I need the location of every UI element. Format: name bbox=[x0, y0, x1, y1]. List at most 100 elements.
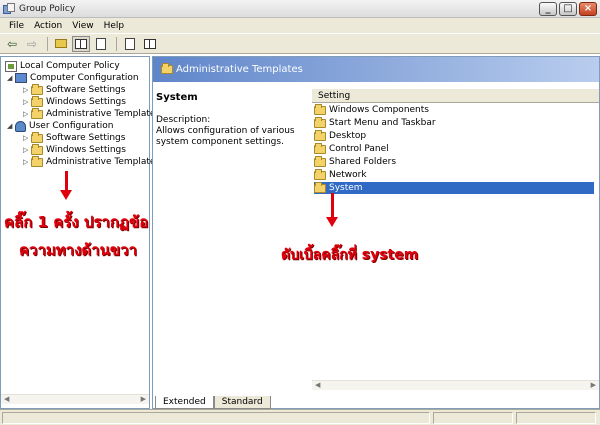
computer-icon bbox=[15, 73, 27, 83]
up-folder-icon[interactable] bbox=[52, 36, 70, 52]
folder-icon bbox=[31, 107, 43, 119]
properties-icon[interactable] bbox=[121, 36, 139, 52]
tab-extended[interactable]: Extended bbox=[155, 396, 214, 409]
settings-list[interactable]: Setting Windows Components Start Menu an… bbox=[312, 89, 599, 394]
folder-icon bbox=[314, 181, 326, 193]
scroll-right-icon[interactable]: ▶ bbox=[591, 381, 596, 389]
maximize-button[interactable]: □ bbox=[559, 2, 577, 16]
toolbar-separator bbox=[116, 36, 117, 51]
list-item-windows-components[interactable]: Windows Components bbox=[314, 103, 594, 116]
expand-icon[interactable]: ▷ bbox=[23, 98, 31, 106]
annotation-arrowhead-left bbox=[60, 190, 72, 200]
folder-icon bbox=[31, 83, 43, 95]
back-icon[interactable]: ⇦ bbox=[3, 36, 21, 52]
folder-icon bbox=[31, 143, 43, 155]
export-list-icon[interactable] bbox=[92, 36, 110, 52]
details-header: Administrative Templates bbox=[153, 57, 599, 82]
tree-item-windows-settings[interactable]: ▷ Windows Settings bbox=[23, 143, 126, 156]
expand-icon[interactable]: ▷ bbox=[23, 146, 31, 154]
tree-item-administrative-templates-user[interactable]: ▷ Administrative Templates bbox=[23, 155, 161, 168]
toolbar: ⇦ ⇨ bbox=[0, 33, 600, 54]
tree-item-label: Windows Settings bbox=[46, 145, 126, 155]
scroll-left-icon[interactable]: ◀ bbox=[4, 395, 9, 403]
list-item-system[interactable]: System bbox=[314, 181, 594, 194]
column-header-setting[interactable]: Setting bbox=[312, 89, 599, 103]
folder-icon bbox=[314, 142, 326, 154]
description-text: Allows configuration of various system c… bbox=[156, 126, 295, 147]
title-bar: Group Policy _ □ × bbox=[0, 0, 600, 18]
status-segment bbox=[433, 412, 513, 424]
folder-icon bbox=[314, 155, 326, 167]
expand-icon[interactable]: ▷ bbox=[23, 86, 31, 94]
status-segment bbox=[2, 412, 430, 424]
tree-item-administrative-templates[interactable]: ▷ Administrative Templates bbox=[23, 107, 161, 120]
toolbar-separator bbox=[47, 36, 48, 51]
close-button[interactable]: × bbox=[579, 2, 597, 16]
tree-item-software-settings[interactable]: ▷ Software Settings bbox=[23, 131, 126, 144]
status-bar bbox=[0, 409, 600, 425]
folder-icon bbox=[314, 103, 326, 115]
expand-icon[interactable]: ▷ bbox=[23, 158, 31, 166]
group-policy-app-icon[interactable] bbox=[3, 2, 15, 15]
selected-item-title: System bbox=[156, 92, 198, 103]
folder-icon bbox=[314, 168, 326, 180]
description-label: Description: bbox=[156, 115, 211, 125]
menu-file[interactable]: File bbox=[4, 21, 29, 31]
forward-icon[interactable]: ⇨ bbox=[23, 36, 41, 52]
folder-icon bbox=[314, 129, 326, 141]
annotation-arrowhead-right bbox=[326, 217, 338, 227]
details-pane: Administrative Templates System Descript… bbox=[152, 56, 600, 409]
list-item-desktop[interactable]: Desktop bbox=[314, 129, 594, 142]
tree-item-label: Software Settings bbox=[46, 85, 126, 95]
status-segment bbox=[516, 412, 596, 424]
user-icon bbox=[15, 120, 26, 132]
menu-help[interactable]: Help bbox=[99, 21, 130, 31]
collapse-icon[interactable]: ◢ bbox=[7, 122, 15, 130]
tree-item-label: Administrative Templates bbox=[46, 157, 161, 167]
list-item-label: Shared Folders bbox=[329, 157, 397, 167]
folder-icon bbox=[31, 95, 43, 107]
list-item-start-menu-and-taskbar[interactable]: Start Menu and Taskbar bbox=[314, 116, 594, 129]
window-controls: _ □ × bbox=[539, 2, 597, 16]
annotation-left-line2: ความทางด้านขวา bbox=[19, 241, 137, 259]
folder-icon bbox=[31, 155, 43, 167]
tab-standard[interactable]: Standard bbox=[213, 396, 271, 409]
tree-item-label: Computer Configuration bbox=[30, 73, 139, 83]
tree-item-local-computer-policy[interactable]: Local Computer Policy bbox=[5, 60, 120, 72]
list-item-label: System bbox=[329, 183, 363, 193]
scroll-left-icon[interactable]: ◀ bbox=[315, 381, 320, 389]
expand-icon[interactable]: ▷ bbox=[23, 134, 31, 142]
collapse-icon[interactable]: ◢ bbox=[7, 74, 15, 82]
annotation-right: ดับเบิ้ลคลิ๊กที่ system bbox=[281, 247, 419, 263]
tree-item-label: Software Settings bbox=[46, 133, 126, 143]
menu-action[interactable]: Action bbox=[29, 21, 67, 31]
list-item-shared-folders[interactable]: Shared Folders bbox=[314, 155, 594, 168]
help-icon[interactable] bbox=[141, 36, 159, 52]
scroll-right-icon[interactable]: ▶ bbox=[141, 395, 146, 403]
view-tabs: Extended Standard bbox=[155, 393, 271, 409]
list-horizontal-scrollbar[interactable]: ◀ ▶ bbox=[312, 380, 599, 390]
list-item-label: Control Panel bbox=[329, 144, 389, 154]
tree-item-windows-settings[interactable]: ▷ Windows Settings bbox=[23, 95, 126, 108]
list-item-control-panel[interactable]: Control Panel bbox=[314, 142, 594, 155]
tree-item-label: Administrative Templates bbox=[46, 109, 161, 119]
expand-icon[interactable]: ▷ bbox=[23, 110, 31, 118]
tree-item-label: Windows Settings bbox=[46, 97, 126, 107]
tree-item-computer-configuration[interactable]: ◢ Computer Configuration bbox=[7, 72, 139, 84]
menu-view[interactable]: View bbox=[67, 21, 98, 31]
policy-icon bbox=[5, 60, 17, 72]
tree-item-software-settings[interactable]: ▷ Software Settings bbox=[23, 83, 126, 96]
tree-pane[interactable]: Local Computer Policy ◢ Computer Configu… bbox=[0, 56, 160, 409]
list-item-label: Network bbox=[329, 170, 367, 180]
annotation-left-line1: คลิ๊ก 1 ครั้ง ปรากฏข้อ bbox=[4, 213, 149, 231]
tree-item-label: User Configuration bbox=[29, 121, 114, 131]
list-item-label: Desktop bbox=[329, 131, 367, 141]
folder-icon bbox=[161, 63, 173, 74]
annotation-arrow-right bbox=[331, 193, 334, 219]
tree-item-user-configuration[interactable]: ◢ User Configuration bbox=[7, 120, 113, 132]
minimize-button[interactable]: _ bbox=[539, 2, 557, 16]
list-item-label: Windows Components bbox=[329, 105, 429, 115]
list-item-network[interactable]: Network bbox=[314, 168, 594, 181]
show-hide-tree-icon[interactable] bbox=[72, 35, 90, 52]
tree-horizontal-scrollbar[interactable]: ◀ ▶ bbox=[1, 394, 149, 404]
